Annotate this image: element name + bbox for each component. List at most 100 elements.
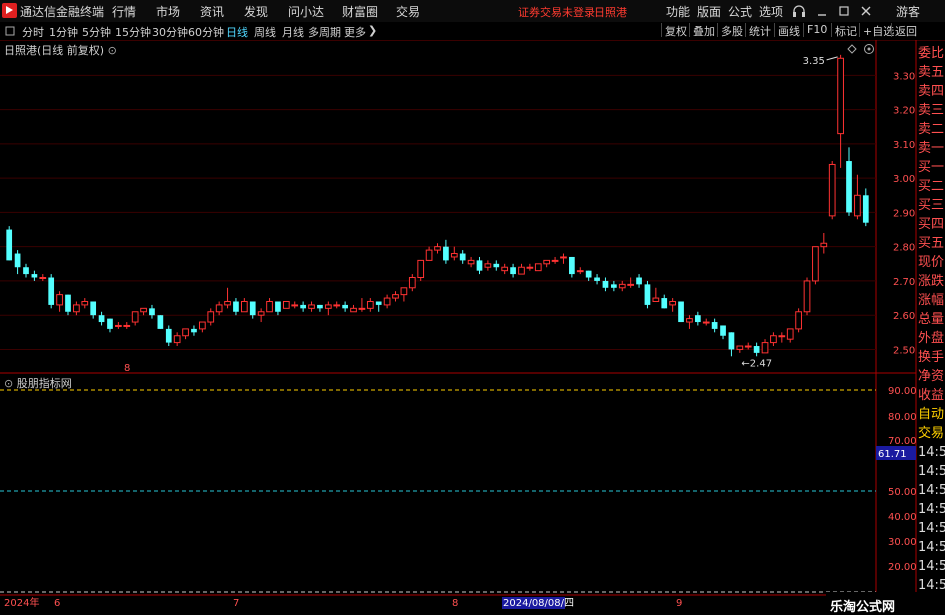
candle-body[interactable] — [48, 277, 55, 305]
indicator-toggle-icon[interactable]: ⊙ — [4, 377, 13, 390]
candle-body[interactable] — [812, 246, 819, 282]
diamond-icon[interactable] — [847, 44, 857, 54]
candle-body[interactable] — [249, 301, 256, 316]
candle-body[interactable] — [820, 242, 828, 248]
login-notice[interactable]: 证券交易未登录 — [518, 4, 595, 20]
candle-body[interactable] — [484, 263, 492, 268]
candle-body[interactable] — [207, 311, 215, 323]
period-tab-daily[interactable]: 日线 — [226, 24, 248, 40]
button-add-watchlist[interactable]: +自选 — [859, 23, 894, 38]
guest-label[interactable]: 游客 — [896, 3, 920, 20]
candle-body[interactable] — [576, 270, 584, 273]
candle-body[interactable] — [467, 259, 475, 265]
candle-body[interactable] — [417, 259, 425, 279]
menu-item-market[interactable]: 市场 — [156, 3, 180, 20]
menu-layout[interactable]: 版面 — [697, 3, 721, 20]
chart-area[interactable]: 3.30 3.20 3.10 3.00 2.90 2.80 2.70 2.60 2.50 3.3… — [0, 40, 945, 609]
candle-body[interactable] — [65, 294, 71, 312]
candle-body[interactable] — [392, 294, 399, 299]
period-tab-intraday[interactable]: 分时 — [22, 24, 44, 40]
candle-body[interactable] — [669, 300, 677, 306]
candle-body[interactable] — [518, 266, 525, 275]
candle-body[interactable] — [266, 300, 273, 313]
candle-body[interactable] — [493, 263, 500, 268]
candle-body[interactable] — [157, 315, 164, 329]
candle-body[interactable] — [459, 253, 466, 261]
candle-body[interactable] — [543, 259, 551, 265]
menu-item-wealth[interactable]: 财富圈 — [342, 3, 378, 20]
candle-body[interactable] — [661, 298, 668, 309]
menu-item-trade[interactable]: 交易 — [396, 3, 420, 20]
candle-body[interactable] — [56, 294, 63, 306]
candle-body[interactable] — [366, 300, 374, 309]
candle-body[interactable] — [611, 284, 617, 288]
candle-body[interactable] — [282, 300, 290, 309]
candle-body[interactable] — [450, 253, 458, 258]
button-stats[interactable]: 统计 — [745, 23, 771, 38]
menu-item-ask[interactable]: 问小达 — [288, 3, 324, 20]
candle-body[interactable] — [140, 307, 147, 313]
candle-body[interactable] — [308, 304, 315, 309]
period-tab-weekly[interactable]: 周线 — [254, 24, 276, 40]
candle-body[interactable] — [551, 259, 559, 262]
period-tab-15min[interactable]: 15分钟 — [115, 24, 151, 40]
button-draw[interactable]: 画线 — [774, 23, 800, 38]
button-f10[interactable]: F10 — [803, 23, 827, 37]
candle-body[interactable] — [317, 304, 323, 309]
candle-body[interactable] — [291, 304, 299, 307]
menu-options[interactable]: 选项 — [759, 3, 783, 20]
candle-body[interactable] — [6, 229, 13, 261]
candle-body[interactable] — [39, 277, 47, 280]
candle-body[interactable] — [694, 315, 701, 323]
candle-body[interactable] — [501, 266, 509, 272]
candle-body[interactable] — [803, 280, 811, 313]
period-tab-multi[interactable]: 多周期 — [308, 24, 341, 40]
candle-body[interactable] — [534, 263, 542, 272]
candle-body[interactable] — [770, 335, 777, 344]
candle-body[interactable] — [728, 332, 735, 350]
button-back[interactable]: 返回 — [891, 23, 917, 38]
candle-body[interactable] — [73, 304, 80, 313]
period-tab-60min[interactable]: 60分钟 — [188, 24, 224, 40]
candle-body[interactable] — [31, 274, 38, 278]
period-tab-1min[interactable]: 1分钟 — [49, 24, 78, 40]
candle-body[interactable] — [333, 304, 341, 307]
candle-body[interactable] — [342, 304, 348, 309]
candle-body[interactable] — [14, 253, 21, 268]
candle-body[interactable] — [795, 311, 802, 330]
candle-body[interactable] — [602, 280, 609, 288]
candle-body[interactable] — [149, 308, 155, 316]
candle-body[interactable] — [300, 304, 306, 309]
candle-body[interactable] — [400, 287, 408, 296]
candle-body[interactable] — [618, 283, 626, 289]
candle-body[interactable] — [81, 300, 89, 306]
candle-body[interactable] — [182, 328, 189, 337]
candle-body[interactable] — [678, 301, 684, 323]
menu-item-news[interactable]: 资讯 — [200, 3, 224, 20]
chevron-down-icon[interactable]: ⊙ — [108, 44, 117, 57]
button-adjust[interactable]: 复权 — [661, 23, 687, 38]
period-tab-30min[interactable]: 30分钟 — [152, 24, 188, 40]
candle-body[interactable] — [828, 163, 836, 217]
candle-body[interactable] — [23, 267, 29, 275]
candle-body[interactable] — [443, 246, 449, 261]
candle-body[interactable] — [786, 328, 794, 340]
candle-body[interactable] — [476, 260, 483, 271]
candle-body[interactable] — [526, 266, 534, 269]
button-mark[interactable]: 标记 — [831, 23, 857, 38]
headset-icon[interactable] — [792, 4, 806, 18]
candle-body[interactable] — [324, 304, 332, 309]
candle-body[interactable] — [98, 315, 105, 323]
candle-body[interactable] — [720, 325, 726, 336]
button-overlay[interactable]: 叠加 — [689, 23, 715, 38]
square-toggle-icon[interactable] — [5, 26, 15, 36]
candle-body[interactable] — [837, 57, 844, 135]
menu-item-discover[interactable]: 发现 — [244, 3, 268, 20]
candle-body[interactable] — [275, 301, 281, 312]
candle-body[interactable] — [736, 345, 744, 350]
candle-body[interactable] — [257, 311, 265, 316]
indicator-title[interactable]: 股朋指标网 — [17, 377, 72, 390]
more-arrow-icon[interactable]: ❯ — [368, 24, 377, 37]
candle-body[interactable] — [224, 300, 231, 306]
candle-body[interactable] — [233, 301, 239, 312]
